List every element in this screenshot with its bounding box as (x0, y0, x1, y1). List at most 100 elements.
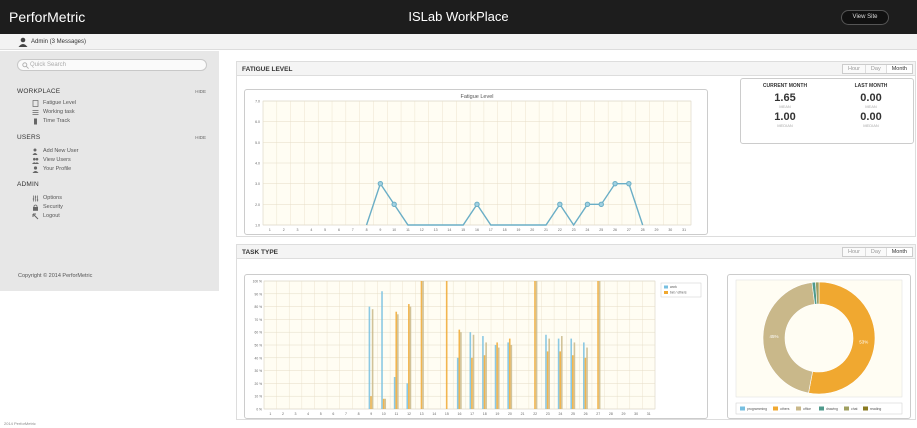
data-point (557, 201, 563, 208)
x-tick-label: 24 (558, 412, 562, 416)
sidebar-item-working-task[interactable]: Working task (32, 109, 75, 115)
sidebar-item-label: Working task (43, 109, 75, 115)
add-user-icon (32, 148, 38, 155)
bar (409, 306, 412, 409)
sidebar-item-label: Your Profile (43, 166, 72, 172)
bar (458, 329, 461, 409)
bar (370, 396, 372, 409)
sidebar-item-fatigue-level[interactable]: Fatigue Level (32, 100, 76, 107)
x-tick-label: 30 (634, 412, 638, 416)
legend-swatch (844, 406, 849, 411)
tab-day[interactable]: Day (864, 65, 886, 73)
bar (471, 357, 473, 409)
x-tick-label: 13 (434, 228, 438, 232)
data-point (474, 201, 480, 208)
y-tick-label: 2.0 (255, 203, 260, 207)
sidebar-item-options[interactable]: Options (32, 195, 62, 202)
x-tick-label: 25 (571, 412, 575, 416)
data-point (626, 180, 632, 187)
legend: programming others office drawing chat readin… (735, 402, 903, 415)
task-panel-title: TASK TYPE (242, 249, 278, 256)
sidebar-item-label: Security (43, 204, 63, 210)
bar (469, 332, 472, 409)
y-tick-label: 80 % (254, 305, 262, 309)
y-tick-label: 6.0 (255, 120, 260, 124)
bar (382, 398, 385, 409)
x-tick-label: 20 (530, 228, 534, 232)
search-placeholder: Quick Search (30, 62, 67, 68)
current-mean-value: 1.65 (774, 92, 796, 104)
bar (445, 281, 448, 409)
sidebar-item-label: View Users (43, 157, 71, 163)
tab-hour[interactable]: Hour (843, 248, 865, 256)
sidebar-item-security[interactable]: Security (33, 204, 63, 211)
x-tick-label: 28 (609, 412, 613, 416)
lock-icon (33, 204, 38, 211)
legend-swatch (796, 406, 801, 411)
bookmark-icon (34, 118, 37, 125)
tab-day[interactable]: Day (864, 248, 886, 256)
x-tick-label: 5 (324, 228, 326, 232)
y-tick-label: 0 % (256, 408, 262, 412)
legend-label: programming (747, 407, 767, 411)
last-median-value: 0.00 (860, 111, 882, 123)
task-pie-chart-svg: 53% 45% programming others office drawing chat… (735, 279, 903, 415)
bar (507, 342, 509, 409)
bar (545, 334, 547, 409)
x-tick-label: 20 (508, 412, 512, 416)
last-month-stat: LAST MONTH 0.00 MEAN 0.00 MEDIAN (831, 83, 911, 128)
slice-label: 53% (859, 340, 868, 345)
x-tick-label: 21 (544, 228, 548, 232)
x-tick-label: 5 (320, 412, 322, 416)
x-tick-label: 17 (470, 412, 474, 416)
sidebar-item-add-new-user[interactable]: Add New User (32, 148, 78, 155)
user-messages-link[interactable]: Admin (3 Messages) (31, 34, 86, 50)
hide-users-link[interactable]: HIDE (195, 135, 206, 140)
x-tick-label: 8 (366, 228, 368, 232)
tab-month[interactable]: Month (885, 248, 912, 256)
x-tick-label: 3 (295, 412, 297, 416)
section-admin: ADMIN (17, 181, 39, 188)
sidebar-item-time-track[interactable]: Time Track (34, 118, 70, 125)
legend-swatch (740, 406, 745, 411)
slice-label: 45% (770, 334, 779, 339)
hide-workplace-link[interactable]: HIDE (195, 89, 206, 94)
x-tick-label: 25 (599, 228, 603, 232)
x-tick-label: 23 (546, 412, 550, 416)
x-tick-label: 14 (432, 412, 436, 416)
fatigue-chart: 1.0 2.0 3.0 4.0 5.0 6.0 7.0 1 2 3 4 5 6 7 8 9 10 11 12 13 14… (244, 89, 708, 235)
x-tick-label: 15 (445, 412, 449, 416)
sidebar: Quick Search WORKPLACE HIDE Fatigue Leve… (0, 51, 219, 291)
y-tick-label: 40 % (254, 356, 262, 360)
fatigue-panel: FATIGUE LEVEL Hour Day Month 1.0 2.0 3.0 4.… (236, 61, 916, 237)
fatigue-tabs: Hour Day Month (842, 64, 913, 74)
search-input[interactable]: Quick Search (17, 59, 207, 71)
x-tick-label: 27 (627, 228, 631, 232)
x-tick-label: 7 (352, 228, 354, 232)
legend-label: bet / others (670, 291, 687, 295)
y-tick-label: 4.0 (255, 162, 260, 166)
users-icon (32, 157, 39, 164)
sidebar-item-view-users[interactable]: View Users (32, 157, 71, 164)
x-tick-label: 1 (269, 412, 271, 416)
tab-hour[interactable]: Hour (843, 65, 865, 73)
sidebar-item-logout[interactable]: Logout (32, 213, 60, 220)
legend-swatch (664, 285, 668, 289)
fatigue-panel-header: FATIGUE LEVEL Hour Day Month (237, 62, 915, 76)
y-tick-label: 30 % (254, 369, 262, 373)
sidebar-item-your-profile[interactable]: Your Profile (32, 166, 72, 173)
x-tick-label: 9 (370, 412, 372, 416)
tab-month[interactable]: Month (885, 65, 912, 73)
x-tick-label: 28 (641, 228, 645, 232)
bar (494, 345, 497, 409)
x-tick-label: 26 (584, 412, 588, 416)
sidebar-item-label: Options (43, 195, 62, 201)
x-tick-label: 4 (310, 228, 312, 232)
footer-text: 2014 PerforMetric (4, 421, 36, 426)
bar (510, 345, 513, 409)
y-tick-label: 70 % (254, 318, 262, 322)
bar (460, 332, 462, 409)
view-site-button[interactable]: View Site (841, 10, 889, 25)
x-tick-label: 27 (596, 412, 600, 416)
y-tick-label: 100 % (253, 280, 262, 284)
